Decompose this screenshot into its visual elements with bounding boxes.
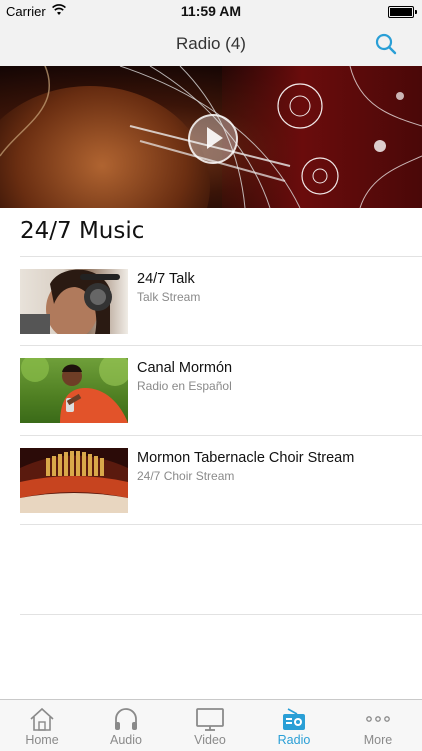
item-title: 24/7 Talk xyxy=(137,271,195,287)
tab-radio[interactable]: Radio xyxy=(252,700,336,751)
headphones-icon xyxy=(115,708,137,730)
section-title: 24/7 Music xyxy=(20,218,145,244)
battery-icon xyxy=(388,6,417,18)
tab-home[interactable]: Home xyxy=(0,700,84,751)
tab-bar: Home Audio Video Radio More xyxy=(0,699,422,751)
tab-more[interactable]: More xyxy=(336,700,420,751)
item-title: Mormon Tabernacle Choir Stream xyxy=(137,450,355,466)
canal-thumbnail xyxy=(20,358,128,423)
search-icon[interactable] xyxy=(374,32,398,56)
more-icon xyxy=(366,716,390,722)
list-item[interactable]: 24/7 Talk Talk Stream xyxy=(0,257,422,345)
tab-label: Home xyxy=(25,733,59,747)
divider xyxy=(20,614,422,615)
tab-label: More xyxy=(363,733,393,747)
tab-audio[interactable]: Audio xyxy=(84,700,168,751)
tab-label: Radio xyxy=(277,733,311,747)
choir-thumbnail xyxy=(20,448,128,513)
navigation-bar: Radio (4) xyxy=(0,22,422,67)
talk-thumbnail xyxy=(20,269,128,334)
tv-icon xyxy=(196,708,224,731)
radio-icon xyxy=(283,708,305,730)
item-subtitle: Radio en Español xyxy=(137,379,232,393)
item-subtitle: 24/7 Choir Stream xyxy=(137,469,235,483)
list-item[interactable]: Mormon Tabernacle Choir Stream 24/7 Choi… xyxy=(0,436,422,524)
play-icon[interactable] xyxy=(188,114,238,164)
item-subtitle: Talk Stream xyxy=(137,290,201,304)
divider xyxy=(20,524,422,525)
page-title: Radio (4) xyxy=(176,34,246,53)
list-item[interactable]: Canal Mormón Radio en Español xyxy=(0,346,422,434)
status-bar: Carrier 11:59 AM xyxy=(0,0,422,22)
tab-video[interactable]: Video xyxy=(168,700,252,751)
tab-label: Video xyxy=(194,733,226,747)
item-title: Canal Mormón xyxy=(137,360,233,376)
status-time: 11:59 AM xyxy=(180,3,242,19)
home-icon xyxy=(30,707,54,731)
tab-label: Audio xyxy=(110,733,142,747)
